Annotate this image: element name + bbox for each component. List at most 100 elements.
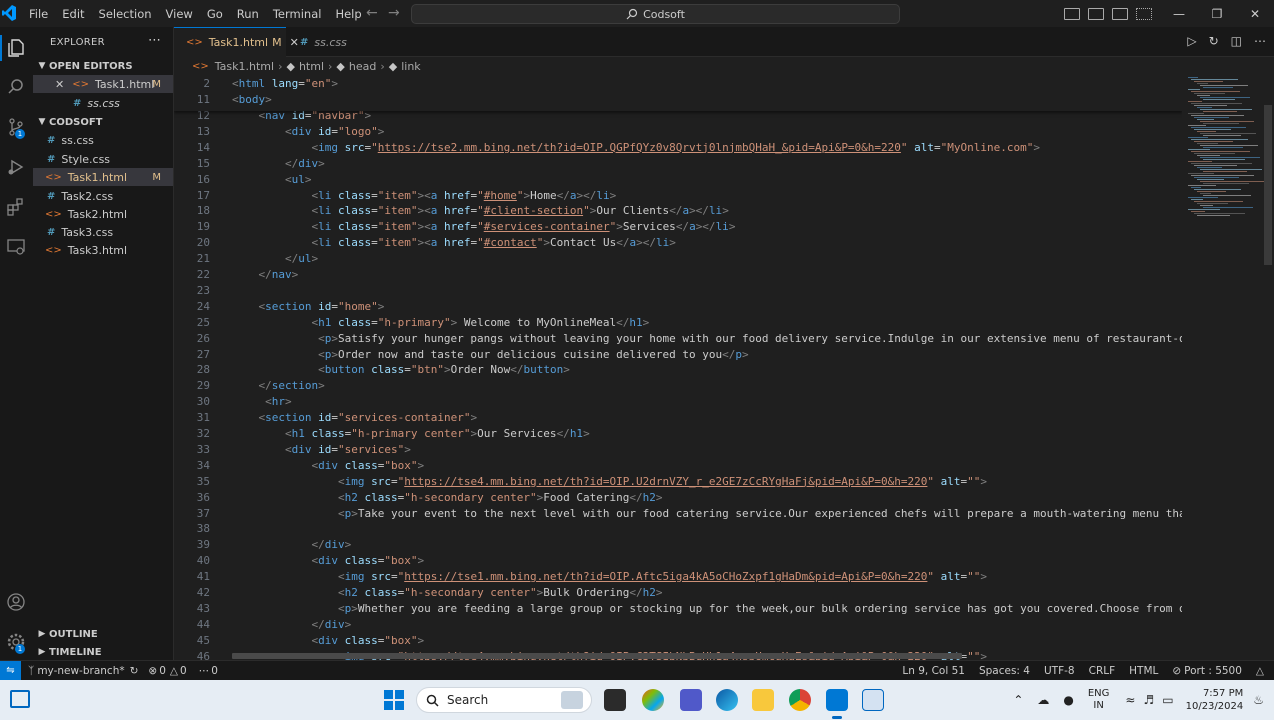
menu-help[interactable]: Help — [328, 7, 368, 21]
code-line[interactable]: 22 </nav> — [174, 267, 1182, 283]
command-center[interactable]: Codsoft — [411, 4, 900, 24]
breadcrumb-html[interactable]: html — [299, 60, 324, 73]
code-line[interactable]: 31 <section id="services-container"> — [174, 410, 1182, 426]
copilot-icon[interactable] — [642, 689, 664, 711]
cursor-position[interactable]: Ln 9, Col 51 — [902, 665, 965, 677]
vertical-scrollbar-thumb[interactable] — [1264, 105, 1272, 265]
forward-arrow-icon[interactable]: → — [388, 5, 400, 21]
code-line[interactable]: 37 <p>Take your event to the next level … — [174, 506, 1182, 522]
timeline-header[interactable]: ▶ TIMELINE — [33, 643, 174, 661]
error-count[interactable]: 0 — [159, 665, 166, 677]
language-mode[interactable]: HTML — [1129, 665, 1158, 677]
code-line[interactable]: 36 <h2 class="h-secondary center">Food C… — [174, 490, 1182, 506]
toggle-secondary-sidebar-icon[interactable] — [1112, 7, 1128, 20]
vscode-taskbar-icon[interactable] — [826, 689, 848, 711]
code-line[interactable]: 14 <img src="https://tse2.mm.bing.net/th… — [174, 140, 1182, 156]
notifications-bell-icon[interactable]: △ — [1256, 665, 1264, 677]
code-line[interactable]: 16 <ul> — [174, 172, 1182, 188]
menu-run[interactable]: Run — [230, 7, 266, 21]
explorer-icon[interactable] — [6, 38, 26, 58]
code-line[interactable]: 30 <hr> — [174, 394, 1182, 410]
code-line[interactable]: 18 <li class="item"><a href="#client-sec… — [174, 203, 1182, 219]
close-window-button[interactable]: ✕ — [1236, 7, 1274, 21]
breadcrumb-head[interactable]: head — [349, 60, 376, 73]
minimize-button[interactable]: — — [1160, 7, 1198, 21]
open-editors-header[interactable]: ▼ OPEN EDITORS — [33, 57, 174, 75]
run-icon[interactable]: ▷ — [1187, 34, 1196, 48]
code-line[interactable]: 13 <div id="logo"> — [174, 124, 1182, 140]
code-editor[interactable]: 2 <html lang="en"> 11 <body> 12 <nav id="na… — [174, 75, 1182, 660]
wifi-icon[interactable]: ≈ — [1125, 693, 1135, 707]
accounts-icon[interactable] — [6, 592, 26, 612]
microphone-icon[interactable]: ● — [1063, 693, 1073, 707]
code-line[interactable]: 39 </div> — [174, 537, 1182, 553]
code-line[interactable]: 33 <div id="services"> — [174, 442, 1182, 458]
toggle-panel-icon[interactable] — [1088, 7, 1104, 20]
code-line[interactable]: 20 <li class="item"><a href="#contact">C… — [174, 235, 1182, 251]
minimap[interactable] — [1182, 75, 1274, 660]
chevron-up-icon[interactable]: ⌃ — [1013, 693, 1023, 707]
encoding[interactable]: UTF-8 — [1044, 665, 1075, 677]
open-editor-ss-css[interactable]: # ss.css — [33, 94, 173, 112]
code-line[interactable]: 15 </div> — [174, 156, 1182, 172]
code-line[interactable]: 40 <div class="box"> — [174, 553, 1182, 569]
menu-terminal[interactable]: Terminal — [266, 7, 329, 21]
extensions-icon[interactable] — [6, 197, 26, 217]
close-icon[interactable]: ✕ — [55, 78, 64, 91]
code-line[interactable]: 11 <body> — [174, 92, 1182, 108]
code-line[interactable]: 43 <p>Whether you are feeding a large gr… — [174, 601, 1182, 617]
code-line[interactable]: 2 <html lang="en"> — [174, 76, 1182, 92]
code-line[interactable]: 19 <li class="item"><a href="#services-c… — [174, 219, 1182, 235]
remote-explorer-icon[interactable] — [6, 237, 26, 257]
taskbar-search-box[interactable]: Search — [416, 687, 592, 713]
toggle-primary-sidebar-icon[interactable] — [1064, 7, 1080, 20]
code-line[interactable]: 24 <section id="home"> — [174, 299, 1182, 315]
code-line[interactable]: 17 <li class="item"><a href="#home">Home… — [174, 188, 1182, 204]
open-changes-icon[interactable]: ↻ — [1209, 34, 1219, 48]
remote-indicator-icon[interactable]: ⇋ — [0, 661, 21, 680]
file-task3-css[interactable]: # Task3.css — [33, 223, 173, 241]
branch-name[interactable]: my-new-branch* — [37, 665, 124, 677]
language-indicator[interactable]: ENG IN — [1088, 688, 1110, 712]
breadcrumb-link[interactable]: link — [401, 60, 420, 73]
file-explorer-icon[interactable] — [752, 689, 774, 711]
menu-file[interactable]: File — [22, 7, 55, 21]
code-line[interactable]: 38 — [174, 521, 1182, 537]
search-icon[interactable] — [6, 77, 26, 97]
menu-go[interactable]: Go — [200, 7, 230, 21]
clock[interactable]: 7:57 PM 10/23/2024 — [1186, 687, 1244, 713]
file-ss-css[interactable]: # ss.css — [33, 131, 173, 149]
code-line[interactable]: 27 <p>Order now and taste our delicious … — [174, 347, 1182, 363]
widgets-icon[interactable] — [10, 690, 30, 708]
customize-layout-icon[interactable] — [1136, 7, 1152, 20]
live-server-port[interactable]: Port : 5500 — [1184, 665, 1242, 677]
code-line[interactable]: 41 <img src="https://tse1.mm.bing.net/th… — [174, 569, 1182, 585]
code-line[interactable]: 44 </div> — [174, 617, 1182, 633]
code-line[interactable]: 25 <h1 class="h-primary"> Welcome to MyO… — [174, 315, 1182, 331]
chrome-icon[interactable] — [789, 689, 811, 711]
code-line[interactable]: 29 </section> — [174, 378, 1182, 394]
code-line[interactable]: 34 <div class="box"> — [174, 458, 1182, 474]
code-line[interactable]: 35 <img src="https://tse4.mm.bing.net/th… — [174, 474, 1182, 490]
code-line[interactable]: 21 </ul> — [174, 251, 1182, 267]
code-line[interactable]: 32 <h1 class="h-primary center">Our Serv… — [174, 426, 1182, 442]
folder-header-codsoft[interactable]: ▼ CODSOFT — [33, 113, 174, 131]
end-of-line[interactable]: CRLF — [1089, 665, 1116, 677]
tab-ss-css[interactable]: # ss.css — [288, 27, 368, 57]
file-task2-css[interactable]: # Task2.css — [33, 187, 173, 205]
code-line[interactable]: 45 <div class="box"> — [174, 633, 1182, 649]
file-task3-html[interactable]: <> Task3.html — [33, 241, 173, 259]
notification-bell-icon[interactable]: ♨ — [1253, 693, 1264, 707]
windows-start-icon[interactable] — [384, 690, 404, 710]
horizontal-scrollbar-thumb[interactable] — [232, 653, 962, 659]
outline-header[interactable]: ▶ OUTLINE — [33, 625, 174, 643]
menu-view[interactable]: View — [159, 7, 200, 21]
snipping-tool-icon[interactable] — [862, 689, 884, 711]
tab-task1-html[interactable]: <> Task1.html M ✕ — [174, 27, 299, 57]
warning-count[interactable]: 0 — [180, 665, 187, 677]
more-actions-icon[interactable]: ⋯ — [1254, 34, 1266, 48]
menu-selection[interactable]: Selection — [92, 7, 159, 21]
code-line[interactable]: 42 <h2 class="h-secondary center">Bulk O… — [174, 585, 1182, 601]
ports-count[interactable]: 0 — [211, 665, 218, 677]
teams-icon[interactable] — [680, 689, 702, 711]
